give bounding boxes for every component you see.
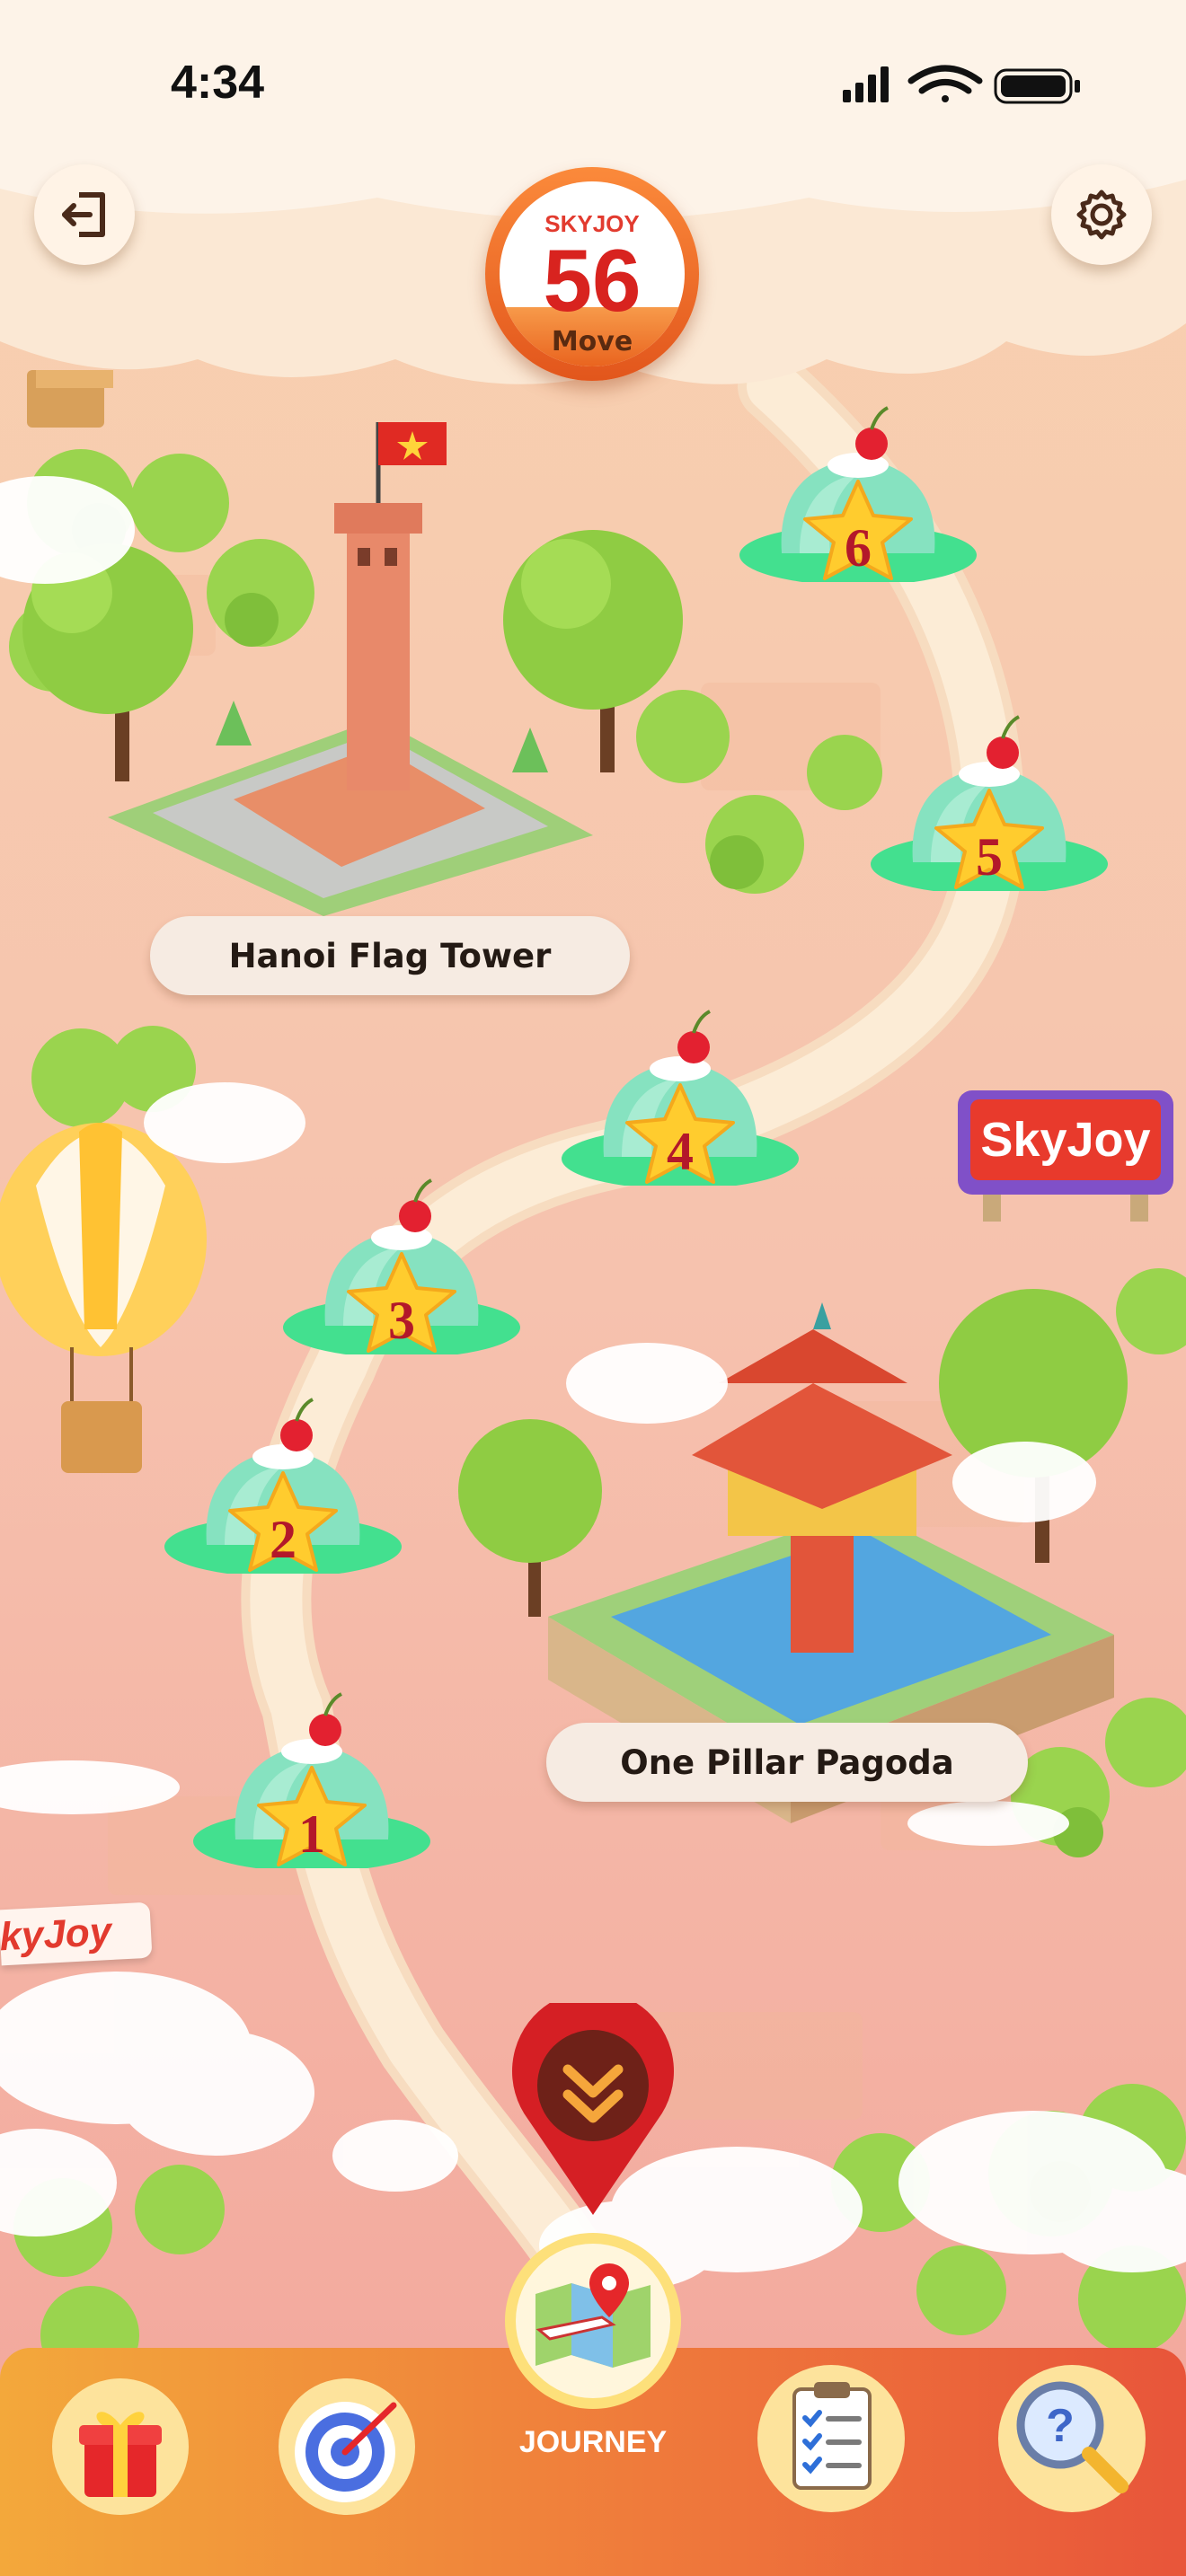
level-number: 4	[667, 1122, 694, 1181]
nav-journey-button[interactable]	[503, 2231, 683, 2411]
settings-button[interactable]	[1051, 164, 1152, 265]
move-counter: SKYJOY 56 Move	[485, 167, 699, 381]
status-time: 4:34	[171, 57, 265, 109]
level-node-6[interactable]: 6	[737, 402, 979, 582]
nav-checklist-button[interactable]	[755, 2362, 907, 2515]
signal-icon	[843, 66, 889, 102]
nav-gift-button[interactable]	[49, 2375, 192, 2519]
level-number: 6	[845, 518, 872, 578]
svg-text:?: ?	[1046, 2400, 1075, 2452]
checklist-icon	[757, 2365, 905, 2512]
nav-target-button[interactable]	[275, 2375, 419, 2519]
battery-icon	[994, 68, 1080, 104]
move-label: Move	[551, 326, 633, 357]
target-icon	[279, 2378, 415, 2515]
status-icons	[843, 65, 1080, 104]
banner-text: SkyJoy	[0, 1909, 113, 1961]
level-number: 3	[388, 1291, 415, 1350]
nav-help-button[interactable]: ?	[996, 2362, 1148, 2515]
billboard-text: SkyJoy	[970, 1099, 1161, 1180]
level-node-2[interactable]: 2	[162, 1394, 404, 1574]
journey-map-icon	[505, 2233, 681, 2409]
help-magnifier-icon: ?	[998, 2365, 1146, 2512]
skyjoy-banner: SkyJoy	[0, 1901, 153, 1966]
level-node-3[interactable]: 3	[280, 1175, 523, 1354]
level-node-5[interactable]: 5	[868, 711, 1111, 891]
nav-journey-label: JOURNEY	[518, 2425, 668, 2459]
double-chevron-down-icon	[512, 1990, 674, 2215]
level-node-4[interactable]: 4	[559, 1006, 801, 1186]
gift-icon	[52, 2378, 189, 2515]
gear-icon	[1076, 190, 1127, 240]
skyjoy-billboard: SkyJoy	[958, 1071, 1173, 1223]
move-count: 56	[543, 231, 642, 330]
scroll-down-pin[interactable]	[510, 1990, 676, 2219]
level-number: 1	[298, 1804, 325, 1864]
landmark-label-one-pillar-pagoda[interactable]: One Pillar Pagoda	[546, 1723, 1028, 1802]
level-node-1[interactable]: 1	[190, 1689, 433, 1868]
level-number: 2	[270, 1510, 296, 1569]
level-number: 5	[976, 827, 1003, 887]
landmark-label-flag-tower[interactable]: Hanoi Flag Tower	[150, 916, 630, 995]
exit-door-icon	[62, 192, 105, 237]
exit-button[interactable]	[34, 164, 135, 265]
wifi-icon	[907, 65, 983, 102]
